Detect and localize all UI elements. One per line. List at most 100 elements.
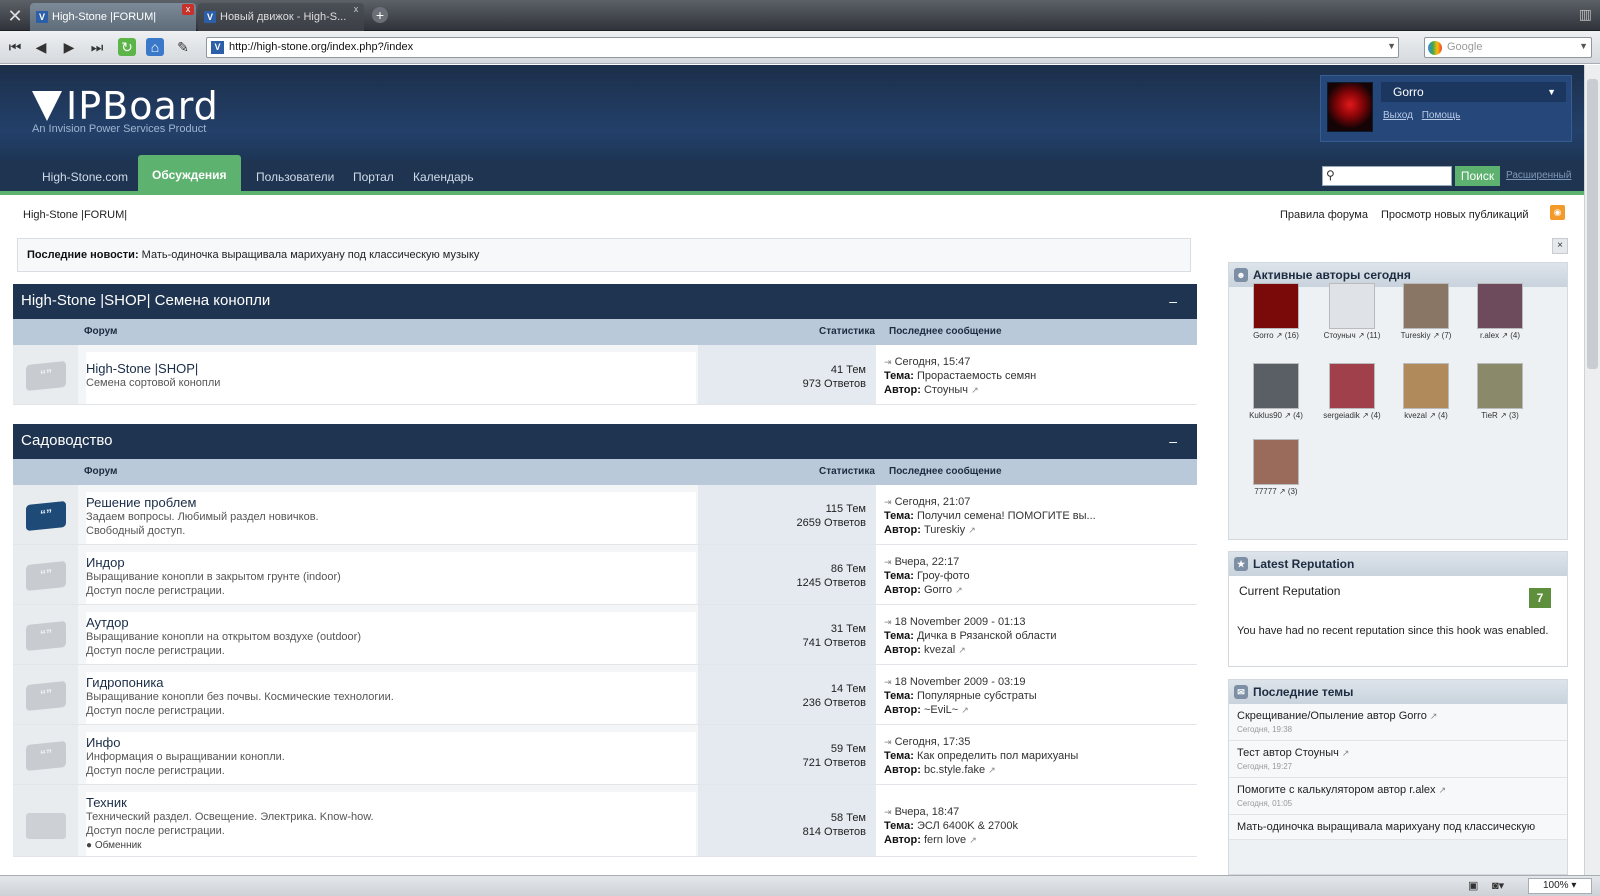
- tab-new-engine[interactable]: V Новый движок - High-S... x: [198, 3, 364, 31]
- arrow-icon[interactable]: ⇥: [884, 677, 892, 687]
- forum-link[interactable]: High-Stone |SHOP|: [86, 361, 696, 376]
- topic-link[interactable]: Скрещивание/Опыление: [1237, 710, 1364, 722]
- nav-portal[interactable]: Портал: [353, 160, 394, 195]
- last-topic-link[interactable]: Прорастаемость семян: [917, 370, 1036, 382]
- page-scrollbar[interactable]: [1584, 65, 1600, 875]
- back-icon[interactable]: ◀: [32, 38, 50, 56]
- last-topic-link[interactable]: ЭСЛ 6400K & 2700k: [917, 820, 1018, 832]
- avatar[interactable]: [1403, 363, 1449, 409]
- avatar[interactable]: [1403, 283, 1449, 329]
- advanced-search-link[interactable]: Расширенный: [1506, 170, 1571, 181]
- ipboard-logo[interactable]: IPBoard An Invision Power Services Produ…: [32, 87, 219, 135]
- avatar[interactable]: [1329, 363, 1375, 409]
- trash-icon[interactable]: ▥: [1579, 6, 1592, 23]
- arrow-icon[interactable]: ⇥: [884, 617, 892, 627]
- author-item[interactable]: TieR ↗ (3): [1465, 363, 1535, 420]
- arrow-icon[interactable]: ⇥: [884, 737, 892, 747]
- last-topic-link[interactable]: Гроу-фото: [917, 570, 970, 582]
- topic-link[interactable]: Тест: [1237, 747, 1260, 759]
- new-posts-link[interactable]: Просмотр новых публикаций: [1381, 209, 1529, 221]
- avatar[interactable]: [1329, 283, 1375, 329]
- avatar[interactable]: [1327, 82, 1373, 132]
- last-author-link[interactable]: bc.style.fake: [924, 764, 985, 776]
- last-author-link[interactable]: Tureskiy: [924, 524, 965, 536]
- avatar[interactable]: [1477, 363, 1523, 409]
- last-topic-link[interactable]: Популярные субстраты: [917, 690, 1037, 702]
- nav-members[interactable]: Пользователи: [256, 160, 334, 195]
- forward-icon[interactable]: ▶: [60, 38, 78, 56]
- topic-link[interactable]: Мать-одиночка выращивала марихуану под к…: [1237, 821, 1535, 833]
- close-tab-icon[interactable]: x: [182, 4, 194, 15]
- avatar[interactable]: [1477, 283, 1523, 329]
- topic-link[interactable]: Помогите с калькулятором: [1237, 784, 1374, 796]
- last-topic-link[interactable]: Дичка в Рязанской области: [917, 630, 1057, 642]
- avatar[interactable]: [1253, 283, 1299, 329]
- author-item[interactable]: Gorro ↗ (16): [1241, 283, 1311, 340]
- author-link[interactable]: Стоуныч: [1295, 747, 1339, 759]
- last-author-link[interactable]: Стоуныч: [924, 384, 968, 396]
- author-item[interactable]: Tureskiy ↗ (7): [1391, 283, 1461, 340]
- last-topic-link[interactable]: Получил семена! ПОМОГИТЕ вы...: [917, 510, 1096, 522]
- forum-link[interactable]: Аутдор: [86, 615, 696, 630]
- forum-search-input[interactable]: ⚲: [1322, 166, 1452, 186]
- camera-icon[interactable]: ◙▾: [1492, 879, 1504, 892]
- browser-menu-icon[interactable]: ✕: [4, 5, 26, 27]
- help-link[interactable]: Помощь: [1422, 110, 1461, 121]
- author-item[interactable]: 77777 ↗ (3): [1241, 439, 1311, 496]
- chevron-down-icon[interactable]: ▼: [1387, 41, 1396, 51]
- nav-high-stone[interactable]: High-Stone.com: [42, 160, 128, 195]
- forum-link[interactable]: Техник: [86, 795, 696, 810]
- last-topic-link[interactable]: Как определить пол марихуаны: [917, 750, 1078, 762]
- author-link[interactable]: r.alex: [1409, 784, 1435, 796]
- last-author-link[interactable]: Gorro: [924, 584, 952, 596]
- browser-search-field[interactable]: Google ▼: [1424, 37, 1592, 58]
- author-item[interactable]: Стоуныч ↗ (11): [1317, 283, 1387, 340]
- forum-rules-link[interactable]: Правила форума: [1280, 209, 1368, 221]
- arrow-icon[interactable]: ⇥: [884, 557, 892, 567]
- arrow-icon[interactable]: ⇥: [884, 807, 892, 817]
- subforum-link[interactable]: Обменник: [95, 840, 142, 851]
- author-item[interactable]: kvezal ↗ (4): [1391, 363, 1461, 420]
- arrow-icon[interactable]: ⇥: [884, 357, 892, 367]
- rewind-icon[interactable]: ⏮: [6, 38, 24, 56]
- news-link[interactable]: Мать-одиночка выращивала марихуану под к…: [142, 249, 480, 261]
- tab-forum[interactable]: V High-Stone |FORUM| x: [30, 3, 196, 31]
- author-item[interactable]: sergeiadik ↗ (4): [1317, 363, 1387, 420]
- last-author-link[interactable]: kvezal: [924, 644, 955, 656]
- forum-link[interactable]: Гидропоника: [86, 675, 696, 690]
- user-menu[interactable]: Gorro ▼: [1381, 82, 1566, 102]
- close-tab-icon[interactable]: x: [350, 4, 362, 15]
- close-sidebar-icon[interactable]: ×: [1552, 238, 1568, 254]
- user-links: Выход Помощь: [1383, 110, 1466, 121]
- avatar[interactable]: [1253, 363, 1299, 409]
- panel-icon[interactable]: ▣: [1468, 879, 1478, 892]
- nav-calendar[interactable]: Календарь: [413, 160, 474, 195]
- author-item[interactable]: Kuklus90 ↗ (4): [1241, 363, 1311, 420]
- author-link[interactable]: Gorro: [1399, 710, 1427, 722]
- collapse-icon[interactable]: –: [1169, 284, 1177, 318]
- search-button[interactable]: Поиск: [1455, 166, 1500, 186]
- collapse-icon[interactable]: –: [1169, 424, 1177, 458]
- arrow-icon[interactable]: ⇥: [884, 497, 892, 507]
- fast-forward-icon[interactable]: ⏭: [88, 38, 106, 56]
- home-icon[interactable]: ⌂: [146, 38, 164, 56]
- author-item[interactable]: r.alex ↗ (4): [1465, 283, 1535, 340]
- address-bar[interactable]: V http://high-stone.org/index.php?/index…: [206, 37, 1399, 58]
- avatar[interactable]: [1253, 439, 1299, 485]
- scrollbar-thumb[interactable]: [1587, 79, 1598, 369]
- forum-link[interactable]: Решение проблем: [86, 495, 696, 510]
- reload-icon[interactable]: ↻: [118, 38, 136, 56]
- rss-icon[interactable]: ◉: [1550, 205, 1565, 220]
- last-author-link[interactable]: ~EviL~: [924, 704, 958, 716]
- breadcrumb[interactable]: High-Stone |FORUM|: [23, 209, 127, 221]
- chevron-down-icon[interactable]: ▼: [1579, 41, 1588, 51]
- last-author-link[interactable]: fern love: [924, 834, 966, 846]
- zoom-control[interactable]: 100% ▾: [1528, 878, 1592, 894]
- nav-discussions[interactable]: Обсуждения: [138, 155, 241, 195]
- new-tab-icon[interactable]: +: [372, 7, 388, 23]
- edit-icon[interactable]: ✎: [174, 38, 192, 56]
- forum-link[interactable]: Инфо: [86, 735, 696, 750]
- reputation-icon: ★: [1234, 557, 1248, 571]
- logout-link[interactable]: Выход: [1383, 110, 1413, 121]
- forum-link[interactable]: Индор: [86, 555, 696, 570]
